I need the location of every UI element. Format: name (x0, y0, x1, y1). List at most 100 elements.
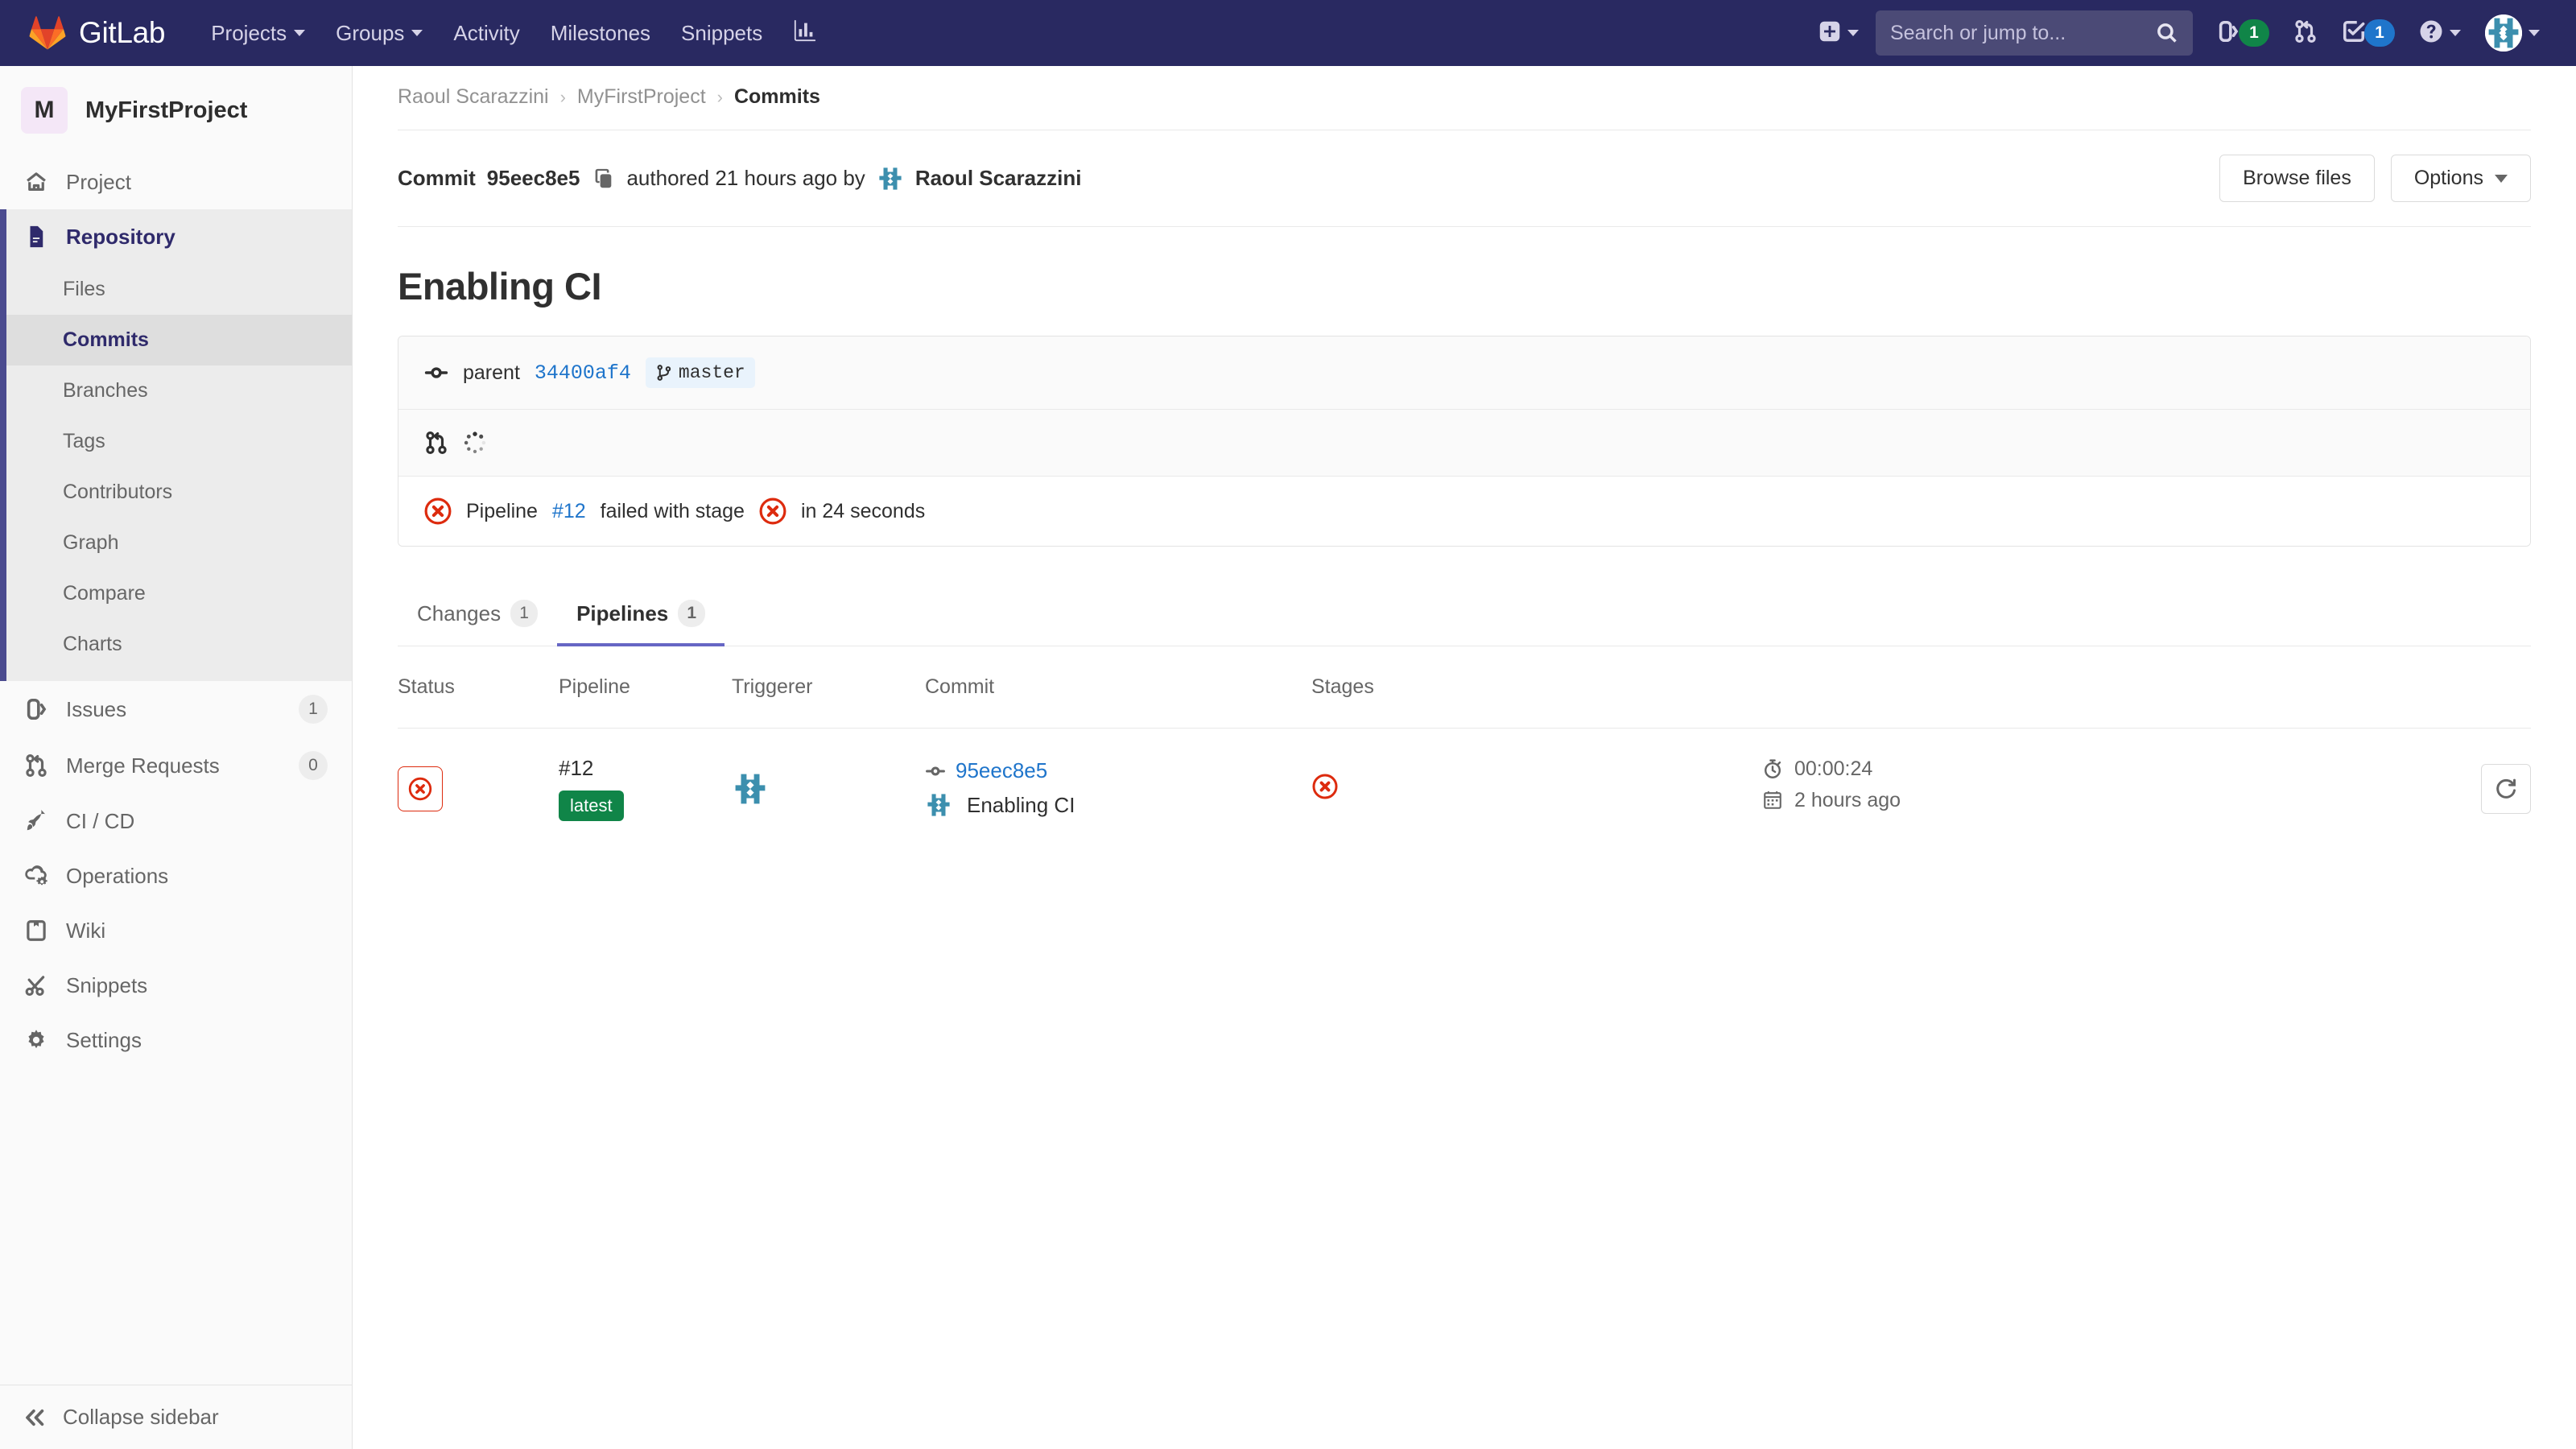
copy-sha-button[interactable] (591, 167, 615, 191)
chevron-down-icon (2529, 30, 2540, 36)
col-header-triggerer: Triggerer (732, 646, 925, 729)
sidebar-item-snippets[interactable]: Snippets (0, 958, 352, 1013)
table-header-row: Status Pipeline Triggerer Commit Stages (398, 646, 2531, 729)
sidebar-subitem-commits[interactable]: Commits (0, 315, 352, 365)
collapse-sidebar-button[interactable]: Collapse sidebar (0, 1385, 352, 1449)
breadcrumb-item-project[interactable]: MyFirstProject (577, 85, 706, 109)
sidebar-item-operations[interactable]: Operations (0, 848, 352, 903)
issues-icon (23, 696, 50, 723)
chevron-down-icon (411, 30, 423, 36)
col-header-commit: Commit (925, 646, 1311, 729)
issues-nav-button[interactable]: 1 (2204, 0, 2281, 66)
branch-name: master (679, 362, 745, 383)
sidebar-subitem-charts[interactable]: Charts (0, 619, 352, 670)
pipelines-table-body: #12 latest (398, 729, 2531, 849)
nav-link-snippets[interactable]: Snippets (666, 0, 778, 66)
sidebar-subitem-tags[interactable]: Tags (0, 416, 352, 467)
search-input[interactable] (1890, 22, 2156, 45)
project-name: MyFirstProject (85, 97, 247, 124)
pipeline-status-button[interactable] (398, 766, 443, 811)
sidebar-item-project[interactable]: Project (0, 155, 352, 209)
new-item-button[interactable] (1806, 0, 1871, 66)
retry-icon (2494, 777, 2518, 801)
sidebar-group-repository: Repository Files Commits Branches Tags C… (0, 209, 352, 681)
cell-stages (1311, 729, 1762, 849)
help-nav-button[interactable] (2407, 0, 2473, 66)
commit-message[interactable]: Enabling CI (967, 793, 1075, 818)
sidebar-item-issues[interactable]: Issues 1 (0, 681, 352, 737)
search-icon (2156, 22, 2178, 44)
nav-link-activity[interactable]: Activity (438, 0, 535, 66)
pipeline-status-suffix: in 24 seconds (801, 500, 925, 523)
gitlab-logo-icon (29, 14, 66, 52)
status-failed-icon (407, 776, 433, 802)
col-header-meta (1762, 646, 2434, 729)
commit-header: Commit 95eec8e5 authored 21 hours ago by (398, 130, 2531, 227)
sidebar-subitem-files[interactable]: Files (0, 264, 352, 315)
plus-square-icon (1818, 20, 1841, 47)
chevron-down-icon (294, 30, 305, 36)
home-icon (23, 168, 50, 196)
parent-sha-link[interactable]: 34400af4 (535, 361, 631, 385)
breadcrumb: Raoul Scarazzini › MyFirstProject › Comm… (398, 66, 2531, 130)
options-button[interactable]: Options (2391, 155, 2531, 202)
sidebar-item-ci-cd[interactable]: CI / CD (0, 794, 352, 848)
nav-link-groups[interactable]: Groups (320, 0, 438, 66)
collapse-sidebar-label: Collapse sidebar (63, 1405, 219, 1430)
commit-tabs: Changes 1 Pipelines 1 (398, 585, 2531, 646)
tab-label: Changes (417, 601, 501, 626)
branch-chip[interactable]: master (646, 357, 755, 388)
search-box[interactable] (1876, 10, 2193, 56)
retry-pipeline-button[interactable] (2481, 764, 2531, 814)
sidebar-item-repository[interactable]: Repository (0, 209, 352, 264)
chart-bar-icon (793, 19, 817, 48)
col-header-actions (2434, 646, 2531, 729)
col-header-pipeline: Pipeline (559, 646, 732, 729)
chevron-down-icon (2450, 30, 2461, 36)
finished-line: 2 hours ago (1762, 789, 2434, 812)
nav-link-analytics[interactable] (778, 0, 832, 66)
sidebar-subitem-compare[interactable]: Compare (0, 568, 352, 619)
sidebar-subitem-branches[interactable]: Branches (0, 365, 352, 416)
commit-author-name[interactable]: Raoul Scarazzini (915, 166, 1082, 191)
pipeline-id[interactable]: #12 (559, 756, 732, 781)
triggerer-avatar[interactable] (732, 770, 769, 807)
tab-changes[interactable]: Changes 1 (398, 585, 557, 646)
sidebar-item-label: Merge Requests (66, 753, 283, 778)
sidebar-item-label: Settings (66, 1028, 328, 1053)
user-menu-button[interactable] (2473, 0, 2552, 66)
breadcrumb-separator: › (717, 87, 723, 108)
tab-pipelines[interactable]: Pipelines 1 (557, 585, 724, 646)
breadcrumb-item-user[interactable]: Raoul Scarazzini (398, 85, 549, 109)
col-header-status: Status (398, 646, 559, 729)
pipelines-table-head: Status Pipeline Triggerer Commit Stages (398, 646, 2531, 729)
browse-files-button[interactable]: Browse files (2219, 155, 2375, 202)
commit-author-avatar[interactable] (925, 791, 952, 819)
breadcrumb-separator: › (560, 87, 566, 108)
cell-meta: 00:00:24 (1762, 729, 2434, 849)
sidebar-item-settings[interactable]: Settings (0, 1013, 352, 1067)
commit-parent-row: parent 34400af4 master (398, 336, 2530, 409)
stage-failed-icon[interactable] (759, 497, 786, 525)
commit-info-box: parent 34400af4 master (398, 336, 2531, 547)
finished-value: 2 hours ago (1794, 789, 1901, 812)
nav-link-projects[interactable]: Projects (196, 0, 320, 66)
gitlab-home-link[interactable]: GitLab (29, 14, 165, 52)
sidebar-subitem-graph[interactable]: Graph (0, 518, 352, 568)
commit-sha-link[interactable]: 95eec8e5 (956, 758, 1047, 783)
tab-count: 1 (678, 600, 705, 627)
pipeline-id-link[interactable]: #12 (552, 500, 586, 523)
stage-failed-icon[interactable] (1311, 773, 1339, 800)
nav-link-milestones[interactable]: Milestones (535, 0, 666, 66)
breadcrumb-item-commits[interactable]: Commits (734, 85, 820, 109)
sidebar-item-wiki[interactable]: Wiki (0, 903, 352, 958)
todos-nav-button[interactable]: 1 (2330, 0, 2407, 66)
sidebar-subitem-contributors[interactable]: Contributors (0, 467, 352, 518)
project-header[interactable]: M MyFirstProject (0, 66, 352, 155)
page-layout: M MyFirstProject Project (0, 66, 2576, 1449)
pipeline-status-middle: failed with stage (601, 500, 745, 523)
issues-count-badge: 1 (2239, 19, 2269, 47)
sidebar-item-merge-requests[interactable]: Merge Requests 0 (0, 737, 352, 794)
commit-label: Commit (398, 166, 476, 191)
merge-requests-nav-button[interactable] (2281, 0, 2330, 66)
